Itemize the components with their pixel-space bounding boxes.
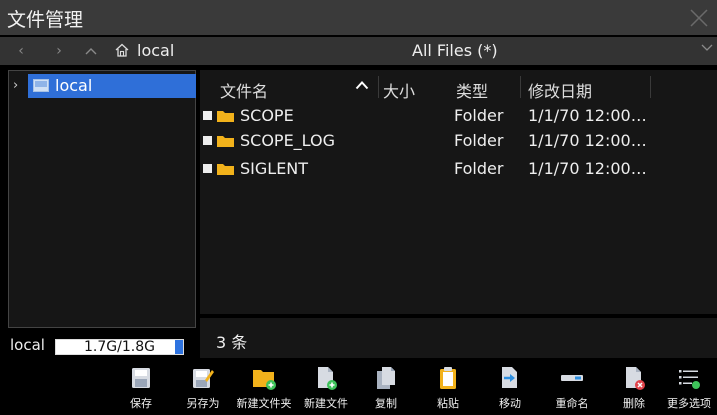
paste-icon (440, 367, 456, 389)
move-icon (502, 367, 517, 388)
column-header-name[interactable]: 文件名 (220, 78, 268, 102)
file-filter-select[interactable]: All Files (*) (404, 37, 717, 65)
path-bar: ‹ › local All Files (*) (0, 37, 717, 65)
new-file-label: 新建文件 (304, 397, 348, 410)
sort-ascending-icon[interactable] (355, 80, 369, 90)
table-row[interactable]: SCOPE Folder 1/1/70 12:00… (200, 104, 717, 128)
column-divider (520, 76, 521, 98)
move-label: 移动 (499, 397, 521, 410)
storage-usage-bar: 1.7G/1.8G (55, 339, 184, 355)
tree-item-label: local (55, 76, 93, 95)
home-icon[interactable] (115, 43, 129, 61)
row-marker (203, 164, 212, 173)
save-icon (132, 368, 150, 388)
copy-icon (377, 367, 395, 389)
new-file-button[interactable]: 新建文件 (298, 360, 354, 415)
save-label: 保存 (130, 397, 152, 410)
paste-button[interactable]: 粘贴 (420, 360, 476, 415)
folder-tree: › local (8, 70, 196, 328)
new-folder-label: 新建文件夹 (236, 397, 292, 410)
more-options-label: 更多选项 (667, 397, 711, 410)
up-button[interactable] (80, 37, 102, 65)
folder-icon (217, 136, 234, 147)
delete-icon (626, 367, 645, 390)
rename-icon (561, 375, 583, 381)
folder-icon (217, 164, 234, 175)
row-marker (203, 111, 212, 120)
new-file-icon (318, 367, 337, 390)
delete-button[interactable]: 删除 (606, 360, 662, 415)
save-button[interactable]: 保存 (113, 360, 169, 415)
file-date: 1/1/70 12:00… (528, 106, 647, 125)
rename-button[interactable]: 重命名 (544, 360, 600, 415)
copy-button[interactable]: 复制 (358, 360, 414, 415)
table-row[interactable]: SCOPE_LOG Folder 1/1/70 12:00… (200, 129, 717, 153)
storage-indicator: local 1.7G/1.8G (8, 336, 196, 358)
table-row[interactable]: SIGLENT Folder 1/1/70 12:00… (200, 157, 717, 181)
file-list: 文件名 大小 类型 修改日期 SCOPE Folder 1/1/70 12:00… (200, 70, 717, 314)
more-options-button[interactable]: 更多选项 (661, 360, 717, 415)
file-date: 1/1/70 12:00… (528, 131, 647, 150)
chevron-left-icon: ‹ (18, 43, 24, 59)
chevron-down-icon (701, 44, 713, 51)
tree-selection (28, 74, 196, 98)
column-divider (650, 76, 651, 98)
storage-label: local (10, 336, 45, 354)
folder-icon (217, 111, 234, 122)
file-type: Folder (454, 106, 504, 125)
row-marker (203, 136, 212, 145)
paste-label: 粘贴 (437, 397, 459, 410)
title-bar: 文件管理 (0, 0, 717, 35)
storage-usage-text: 1.7G/1.8G (84, 339, 155, 355)
file-type: Folder (454, 159, 504, 178)
action-toolbar: 保存 另存为 新建文件夹 新建文件 复制 粘贴 移动 重命名 删除 更多选项 (0, 360, 717, 415)
file-name: SCOPE_LOG (240, 131, 336, 150)
save-as-label: 另存为 (186, 397, 220, 410)
delete-label: 删除 (623, 397, 645, 410)
save-as-icon (193, 369, 214, 388)
close-button[interactable] (681, 0, 717, 35)
column-divider (378, 76, 379, 98)
column-header-date[interactable]: 修改日期 (528, 78, 592, 102)
forward-button[interactable]: › (48, 37, 70, 65)
chevron-up-icon (85, 48, 97, 55)
tree-item-local[interactable]: › local (9, 74, 196, 98)
move-button[interactable]: 移动 (482, 360, 538, 415)
new-folder-button[interactable]: 新建文件夹 (236, 360, 292, 415)
chevron-right-icon: › (56, 43, 62, 59)
rename-label: 重命名 (555, 397, 589, 410)
file-name: SIGLENT (240, 159, 309, 178)
close-icon (690, 8, 708, 27)
file-name: SCOPE (240, 106, 294, 125)
copy-label: 复制 (375, 397, 397, 410)
file-type: Folder (454, 131, 504, 150)
drive-icon (33, 79, 49, 92)
file-date: 1/1/70 12:00… (528, 159, 647, 178)
column-header-size[interactable]: 大小 (383, 78, 415, 102)
expand-chevron-icon[interactable]: › (13, 78, 18, 93)
new-folder-icon (253, 370, 276, 390)
file-filter-value: All Files (*) (412, 41, 498, 60)
more-options-icon (679, 370, 700, 389)
current-path[interactable]: local (137, 41, 174, 60)
window-title: 文件管理 (7, 9, 84, 31)
back-button[interactable]: ‹ (10, 37, 32, 65)
status-bar: 3 条 (200, 318, 717, 358)
column-header-type[interactable]: 类型 (456, 78, 488, 102)
item-count: 3 条 (216, 333, 248, 352)
save-as-button[interactable]: 另存为 (175, 360, 231, 415)
